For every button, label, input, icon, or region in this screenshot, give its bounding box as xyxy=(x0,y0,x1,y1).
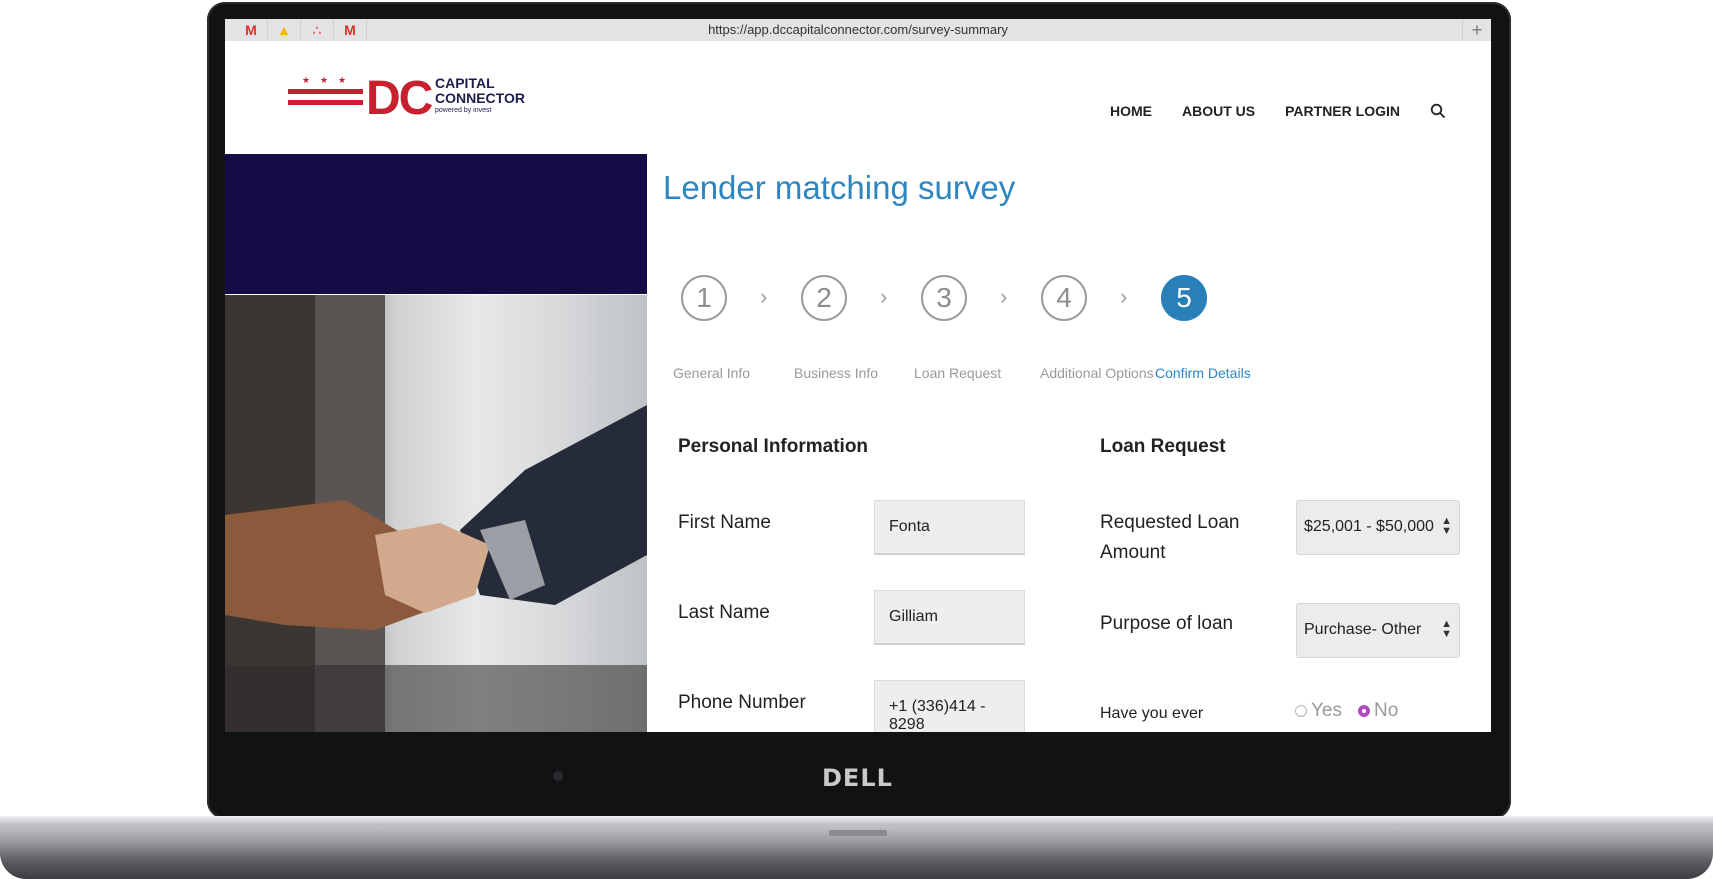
radio-no-label: No xyxy=(1374,700,1399,721)
select-arrows-icon: ▲ ▼ xyxy=(1441,618,1452,640)
radio-selected-icon xyxy=(1358,705,1370,717)
step-5-label: Confirm Details xyxy=(1155,365,1251,381)
step-3-circle[interactable]: 3 xyxy=(921,275,967,321)
step-2-label: Business Info xyxy=(794,365,879,381)
loan-amount-value: $25,001 - $50,000 xyxy=(1304,518,1434,535)
radio-unselected-icon xyxy=(1295,705,1307,717)
device-brand-logo: DELL xyxy=(822,764,893,792)
last-name-field[interactable]: Gilliam xyxy=(874,590,1025,645)
radio-no[interactable]: No xyxy=(1358,700,1398,722)
step-3-label: Loan Request xyxy=(914,365,1002,381)
laptop-hinge-notch xyxy=(829,830,887,836)
select-arrows-icon: ▲ ▼ xyxy=(1441,515,1452,537)
last-name-label: Last Name xyxy=(678,602,770,623)
step-1-label: General Info xyxy=(673,365,751,381)
radio-yes[interactable]: Yes xyxy=(1295,700,1342,722)
laptop-base-lip xyxy=(0,816,1713,826)
chevron-right-icon: › xyxy=(760,284,768,309)
loan-purpose-value: Purchase- Other xyxy=(1304,621,1422,638)
loan-amount-select[interactable]: $25,001 - $50,000 ▲ ▼ xyxy=(1296,500,1460,555)
radio-yes-label: Yes xyxy=(1311,700,1342,721)
phone-label: Phone Number xyxy=(678,692,806,713)
first-name-label: First Name xyxy=(678,512,771,533)
phone-field[interactable]: +1 (336)414 - 8298 xyxy=(874,680,1025,732)
webcam xyxy=(553,771,563,781)
have-you-ever-label: Have you ever xyxy=(1100,705,1204,722)
loan-purpose-label: Purpose of loan xyxy=(1100,613,1234,634)
chevron-right-icon: › xyxy=(1120,284,1128,309)
step-4-circle[interactable]: 4 xyxy=(1041,275,1087,321)
loan-amount-label: Requested Loan Amount xyxy=(1100,512,1240,563)
first-name-field[interactable]: Fonta xyxy=(874,500,1025,555)
step-4-label: Additional Options xyxy=(1040,365,1154,381)
step-2-circle[interactable]: 2 xyxy=(801,275,847,321)
chevron-right-icon: › xyxy=(880,284,888,309)
survey-content: 1 › 2 › 3 › 4 › 5 General Info Business … xyxy=(225,19,1491,732)
loan-request-heading: Loan Request xyxy=(1100,436,1226,457)
personal-info-heading: Personal Information xyxy=(678,436,869,457)
step-1-circle[interactable]: 1 xyxy=(681,275,727,321)
step-5-circle[interactable]: 5 xyxy=(1161,275,1207,321)
chevron-right-icon: › xyxy=(1000,284,1008,309)
loan-purpose-select[interactable]: Purchase- Other ▲ ▼ xyxy=(1296,603,1460,658)
